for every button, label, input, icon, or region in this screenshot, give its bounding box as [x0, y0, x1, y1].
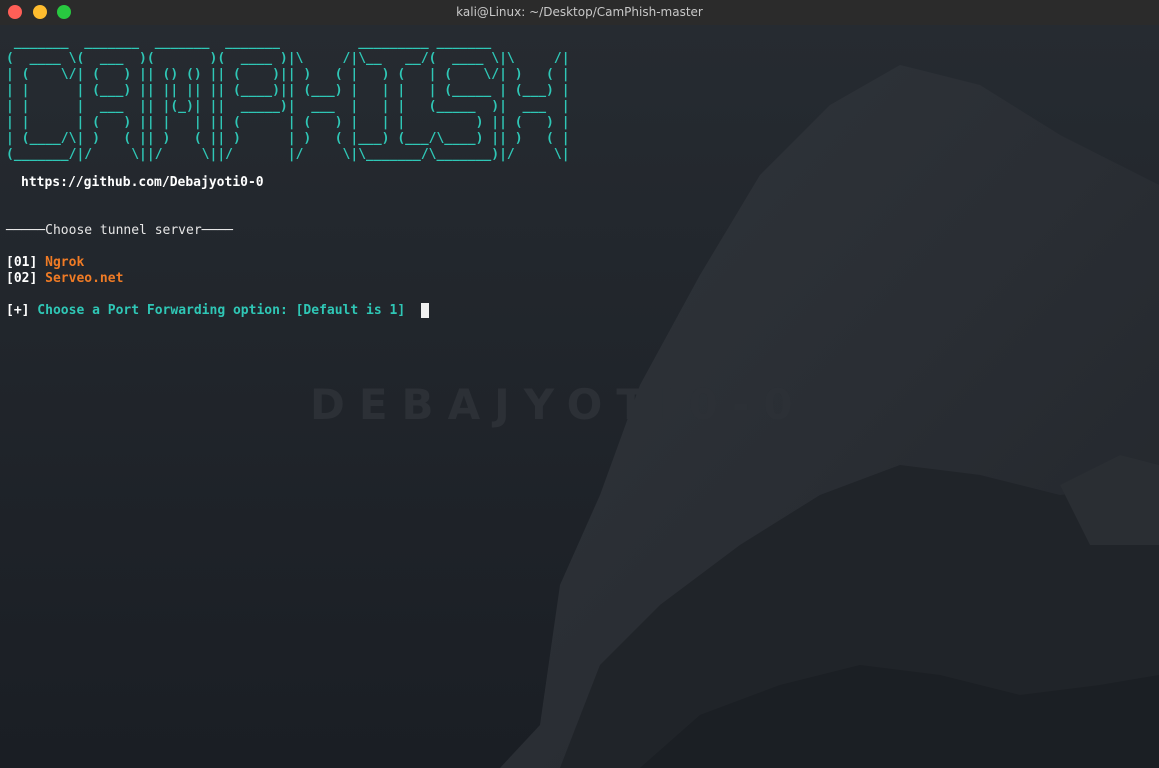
ascii-banner: _______ _______ _______ _______ ________…	[6, 35, 570, 162]
port-forwarding-prompt: [+] Choose a Port Forwarding option: [De…	[6, 303, 413, 319]
option-number: [01]	[6, 255, 38, 270]
option-number: [02]	[6, 271, 38, 286]
option-ngrok: [01] Ngrok	[6, 255, 84, 271]
option-serveo: [02] Serveo.net	[6, 271, 123, 287]
prompt-text: Choose a Port Forwarding option: [Defaul…	[29, 303, 413, 318]
section-title: ─────Choose tunnel server────	[6, 223, 233, 238]
title-bar: kali@Linux: ~/Desktop/CamPhish-master	[0, 0, 1159, 26]
prompt-prefix: [+]	[6, 303, 30, 318]
option-label: Ngrok	[45, 255, 85, 270]
text-cursor[interactable]	[421, 303, 429, 318]
option-label: Serveo.net	[45, 271, 124, 286]
terminal-output[interactable]: _______ _______ _______ _______ ________…	[0, 25, 1159, 768]
github-url: https://github.com/Debajyoti0-0	[21, 175, 264, 190]
window-title: kali@Linux: ~/Desktop/CamPhish-master	[456, 5, 703, 19]
